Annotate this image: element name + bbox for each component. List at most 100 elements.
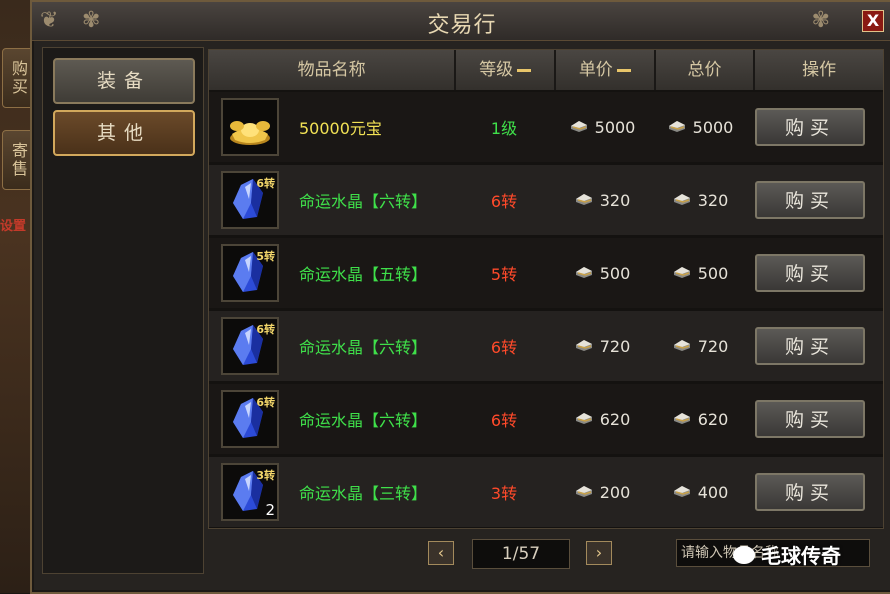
header-item-name: 物品名称	[209, 50, 457, 90]
price-value: 500	[697, 263, 729, 283]
unit-price: 620	[553, 410, 651, 429]
header-action: 操作	[755, 50, 883, 90]
item-turn-badge: 6转	[256, 177, 275, 190]
total-price: 500	[651, 264, 749, 283]
table-row: 50000元宝 1级 5000 5000 购买	[209, 92, 883, 162]
buy-button[interactable]: 购买	[755, 254, 865, 292]
header-label: 物品名称	[297, 60, 366, 80]
buy-button[interactable]: 购买	[755, 327, 865, 365]
silver-ingot-icon	[574, 191, 594, 210]
item-table: 物品名称 等级 单价 总价 操作 50000元宝 1级 5000 5000 购买 6转 命运…	[208, 49, 884, 529]
buy-button[interactable]: 购买	[755, 181, 865, 219]
price-value: 620	[697, 409, 729, 429]
table-row: 6转 命运水晶【六转】 6转 320 320 购买	[209, 165, 883, 235]
unit-price: 720	[553, 337, 651, 356]
unit-price: 200	[553, 483, 651, 502]
unit-price: 320	[553, 191, 651, 210]
header-total-price: 总价	[655, 50, 756, 90]
table-row: 6转 命运水晶【六转】 6转 620 620 购买	[209, 384, 883, 454]
buy-button[interactable]: 购买	[755, 400, 865, 438]
blue-crystal-icon[interactable]: 5转	[221, 244, 279, 302]
silver-ingot-icon	[574, 483, 594, 502]
buy-button[interactable]: 购买	[755, 473, 865, 511]
page-indicator: 1/57	[472, 539, 570, 569]
price-value: 5000	[692, 117, 734, 137]
close-button[interactable]: X	[862, 10, 884, 32]
item-turn-badge: 5转	[256, 250, 275, 263]
silver-ingot-icon	[672, 191, 692, 210]
blue-crystal-icon[interactable]: 3转 2	[221, 463, 279, 521]
price-value: 720	[697, 336, 729, 356]
item-name: 命运水晶【六转】	[299, 411, 428, 430]
blue-crystal-icon[interactable]: 6转	[221, 390, 279, 448]
header-label: 操作	[802, 60, 837, 80]
item-name: 命运水晶【三转】	[299, 484, 428, 503]
watermark-text: 毛球传奇	[761, 544, 841, 568]
item-turn-badge: 6转	[256, 323, 275, 336]
table-row: 5转 命运水晶【五转】 5转 500 500 购买	[209, 238, 883, 308]
price-value: 200	[599, 482, 631, 502]
header-label: 等级	[479, 60, 514, 80]
header-label: 单价	[578, 60, 613, 80]
category-panel: 装备 其他	[42, 47, 204, 574]
wechat-icon	[733, 545, 755, 564]
item-level: 6转	[490, 411, 518, 430]
price-value: 500	[599, 263, 631, 283]
title-bar[interactable]: ❦ ✾ 交易行 ✾ X	[32, 2, 890, 41]
item-name: 命运水晶【六转】	[299, 338, 428, 357]
item-level: 1级	[490, 119, 518, 138]
category-equipment-button[interactable]: 装备	[53, 58, 195, 104]
item-name: 50000元宝	[299, 119, 382, 138]
trading-house-window: ❦ ✾ 交易行 ✾ X 装备 其他 物品名称 等级 单价 总价 操作 50000…	[30, 0, 890, 594]
silver-ingot-icon	[574, 410, 594, 429]
prev-page-button[interactable]: ‹	[428, 541, 454, 565]
next-page-button[interactable]: ›	[586, 541, 612, 565]
silver-ingot-icon	[574, 337, 594, 356]
total-price: 400	[651, 483, 749, 502]
blue-crystal-icon[interactable]: 6转	[221, 317, 279, 375]
gold-ingot-icon[interactable]	[221, 98, 279, 156]
item-level: 6转	[490, 192, 518, 211]
blue-crystal-icon[interactable]: 6转	[221, 171, 279, 229]
item-name: 命运水晶【五转】	[299, 265, 428, 284]
total-price: 320	[651, 191, 749, 210]
silver-ingot-icon	[667, 118, 687, 137]
item-level: 6转	[490, 338, 518, 357]
unit-price: 500	[553, 264, 651, 283]
price-value: 320	[697, 190, 729, 210]
table-row: 6转 命运水晶【六转】 6转 720 720 购买	[209, 311, 883, 381]
header-unit-price[interactable]: 单价	[555, 50, 656, 90]
item-stack-count: 2	[265, 501, 275, 519]
price-value: 320	[599, 190, 631, 210]
unit-price: 5000	[553, 118, 651, 137]
silver-ingot-icon	[574, 264, 594, 283]
sort-icon	[616, 68, 631, 72]
sort-icon	[517, 68, 532, 72]
item-name: 命运水晶【六转】	[299, 192, 428, 211]
buy-button[interactable]: 购买	[755, 108, 865, 146]
item-turn-badge: 3转	[256, 469, 275, 482]
item-level: 5转	[490, 265, 518, 284]
price-value: 720	[599, 336, 631, 356]
price-value: 5000	[594, 117, 636, 137]
silver-ingot-icon	[672, 483, 692, 502]
total-price: 620	[651, 410, 749, 429]
category-other-button[interactable]: 其他	[53, 110, 195, 156]
silver-ingot-icon	[672, 410, 692, 429]
price-value: 400	[697, 482, 729, 502]
silver-ingot-icon	[569, 118, 589, 137]
header-level[interactable]: 等级	[456, 50, 556, 90]
watermark: 毛球传奇	[733, 540, 841, 569]
table-header: 物品名称 等级 单价 总价 操作	[209, 50, 883, 90]
item-level: 3转	[490, 484, 518, 503]
window-title: 交易行	[427, 13, 497, 38]
price-value: 620	[599, 409, 631, 429]
item-turn-badge: 6转	[256, 396, 275, 409]
silver-ingot-icon	[672, 264, 692, 283]
total-price: 5000	[651, 118, 749, 137]
header-label: 总价	[687, 60, 722, 80]
table-row: 3转 2 命运水晶【三转】 3转 200 400 购买	[209, 457, 883, 527]
background-text-fragment: 设置	[0, 219, 27, 234]
right-ornament-icon: ✾	[811, 8, 830, 33]
silver-ingot-icon	[672, 337, 692, 356]
